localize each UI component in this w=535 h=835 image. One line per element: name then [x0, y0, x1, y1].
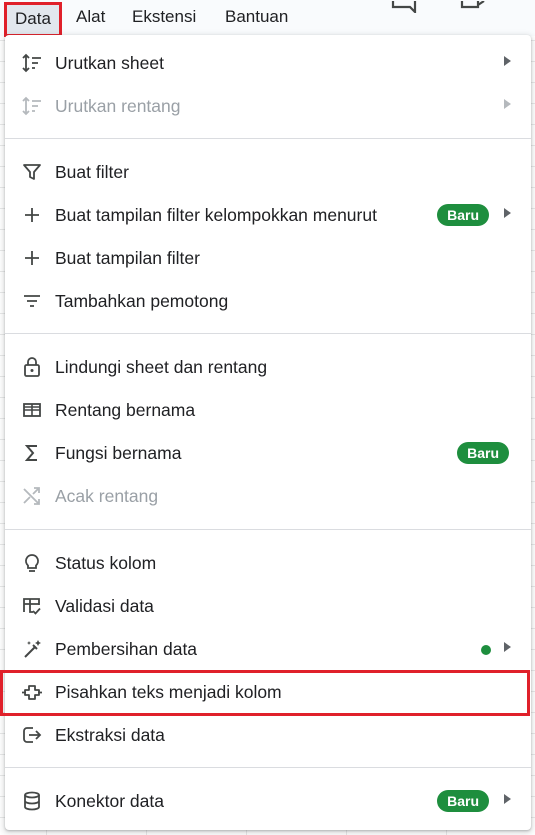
- new-badge: Baru: [457, 442, 509, 464]
- magic-wand-icon: [21, 638, 43, 660]
- plus-icon: [21, 247, 43, 269]
- menu-alat[interactable]: Alat: [74, 6, 107, 28]
- menu-item-status-kolom[interactable]: Status kolom: [5, 541, 531, 584]
- database-icon: [21, 790, 43, 812]
- menu-item-konektor-data[interactable]: Konektor data Baru: [5, 779, 531, 822]
- menu-item-lindungi-sheet[interactable]: Lindungi sheet dan rentang: [5, 345, 531, 388]
- menu-item-label: Urutkan rentang: [55, 96, 181, 116]
- menu-divider: [5, 529, 531, 530]
- menu-item-label: Tambahkan pemotong: [55, 291, 229, 311]
- menu-bantuan[interactable]: Bantuan: [223, 6, 290, 28]
- menu-item-ekstraksi-data[interactable]: Ekstraksi data: [5, 713, 531, 756]
- menu-item-urutkan-sheet[interactable]: Urutkan sheet: [5, 41, 531, 84]
- menu-divider: [5, 333, 531, 334]
- menu-item-label: Rentang bernama: [55, 400, 196, 420]
- menu-item-label: Acak rentang: [55, 486, 159, 506]
- menu-item-validasi-data[interactable]: Validasi data: [5, 584, 531, 627]
- menu-item-urutkan-rentang: Urutkan rentang: [5, 84, 531, 127]
- menu-item-label: Fungsi bernama: [55, 443, 182, 463]
- slicer-icon: [21, 290, 43, 312]
- menu-item-acak-rentang: Acak rentang: [5, 474, 531, 517]
- sort-icon: [21, 52, 43, 74]
- submenu-arrow-icon: [504, 56, 511, 66]
- filter-icon: [21, 161, 43, 183]
- comment-icon[interactable]: [390, 0, 418, 15]
- menu-item-buat-filter[interactable]: Buat filter: [5, 150, 531, 193]
- menu-item-buat-tampilan-filter[interactable]: Buat tampilan filter: [5, 236, 531, 279]
- menu-ekstensi[interactable]: Ekstensi: [130, 6, 198, 28]
- new-badge: Baru: [437, 790, 489, 812]
- named-range-icon: [21, 399, 43, 421]
- menu-bar: Data Alat Ekstensi Bantuan: [0, 0, 535, 37]
- submenu-arrow-icon: [504, 642, 511, 652]
- menu-item-label: Buat tampilan filter kelompokkan menurut: [55, 205, 377, 225]
- menu-item-label: Pembersihan data: [55, 639, 198, 659]
- menu-item-label: Ekstraksi data: [55, 725, 165, 745]
- highlight-box: [0, 670, 530, 716]
- menu-divider: [5, 138, 531, 139]
- menu-data[interactable]: Data: [4, 2, 62, 37]
- extract-icon: [21, 724, 43, 746]
- video-call-icon[interactable]: [458, 0, 486, 12]
- notification-dot: [481, 645, 491, 655]
- menu-item-buat-tampilan-filter-kelompokkan[interactable]: Buat tampilan filter kelompokkan menurut…: [5, 193, 531, 236]
- submenu-arrow-icon: [504, 99, 511, 109]
- menu-item-tambahkan-pemotong[interactable]: Tambahkan pemotong: [5, 279, 531, 322]
- menu-item-pembersihan-data[interactable]: Pembersihan data: [5, 627, 531, 670]
- submenu-arrow-icon: [504, 794, 511, 804]
- lock-icon: [21, 356, 43, 378]
- validation-icon: [21, 595, 43, 617]
- menu-item-label: Buat filter: [55, 162, 129, 182]
- menu-item-label: Lindungi sheet dan rentang: [55, 357, 268, 377]
- sort-icon: [21, 95, 43, 117]
- menu-item-label: Buat tampilan filter: [55, 248, 200, 268]
- menu-item-label: Konektor data: [55, 791, 164, 811]
- menu-divider: [5, 767, 531, 768]
- menu-item-label: Validasi data: [55, 596, 154, 616]
- new-badge: Baru: [437, 204, 489, 226]
- sigma-icon: [21, 442, 43, 464]
- menu-item-label: Urutkan sheet: [55, 53, 164, 73]
- lightbulb-icon: [21, 552, 43, 574]
- menu-item-label: Status kolom: [55, 553, 157, 573]
- plus-icon: [21, 204, 43, 226]
- shuffle-icon: [21, 485, 43, 507]
- menu-item-rentang-bernama[interactable]: Rentang bernama: [5, 388, 531, 431]
- menu-item-fungsi-bernama[interactable]: Fungsi bernama Baru: [5, 431, 531, 474]
- submenu-arrow-icon: [504, 208, 511, 218]
